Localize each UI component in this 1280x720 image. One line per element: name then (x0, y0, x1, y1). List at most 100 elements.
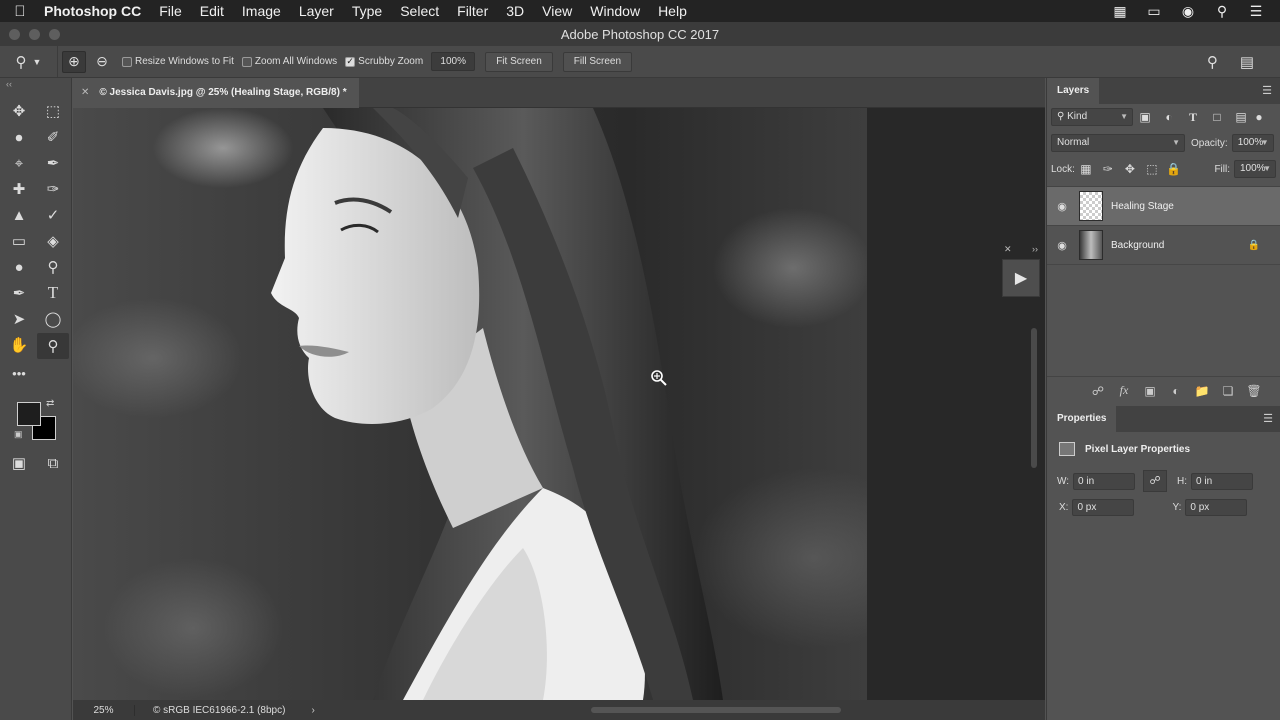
search-icon[interactable]: ⚲ (1214, 3, 1230, 20)
document-tab[interactable]: ✕ © Jessica Davis.jpg @ 25% (Healing Sta… (73, 77, 359, 108)
image-canvas[interactable] (73, 108, 867, 700)
zoom-percent-field[interactable]: 100% (431, 52, 476, 71)
menu-layer[interactable]: Layer (290, 3, 343, 19)
default-colors-icon[interactable]: ▣ (14, 429, 23, 440)
close-icon[interactable]: ✕ (81, 87, 89, 98)
brush-tool-icon[interactable]: ✑ (36, 176, 70, 202)
clone-stamp-tool-icon[interactable]: ▲ (2, 202, 36, 228)
marquee-tool-icon[interactable]: ⬚ (36, 98, 70, 124)
link-layers-icon[interactable]: ☍ (1087, 384, 1109, 398)
trash-icon[interactable]: 🗑 (1243, 384, 1265, 398)
blur-tool-icon[interactable]: ● (2, 254, 36, 280)
shape-filter-icon[interactable]: □ (1205, 110, 1229, 124)
tab-properties[interactable]: Properties (1047, 406, 1117, 432)
eraser-tool-icon[interactable]: ▭ (2, 228, 36, 254)
move-tool-icon[interactable]: ✥ (2, 98, 36, 124)
lock-position-icon[interactable]: ✥ (1119, 162, 1141, 176)
fit-screen-button[interactable]: Fit Screen (485, 51, 553, 72)
adjustment-layer-icon[interactable]: ◐ (1165, 384, 1187, 398)
panel-collapse-icon[interactable]: ‹‹ (0, 78, 71, 98)
quick-select-tool-icon[interactable]: ✐ (36, 124, 70, 150)
swap-colors-icon[interactable]: ⇄ (46, 398, 54, 409)
menu-window[interactable]: Window (581, 3, 649, 19)
menu-help[interactable]: Help (649, 3, 696, 19)
foreground-color-swatch[interactable] (17, 402, 41, 426)
tab-layers[interactable]: Layers (1047, 78, 1100, 104)
lock-all-icon[interactable]: 🔒 (1163, 162, 1185, 176)
x-field[interactable]: 0 px (1072, 498, 1135, 516)
resize-windows-checkbox[interactable]: Resize Windows to Fit (122, 56, 234, 67)
height-field[interactable]: 0 in (1191, 472, 1254, 490)
menu-edit[interactable]: Edit (191, 3, 233, 19)
expand-panel-icon[interactable]: ›› (1032, 244, 1038, 255)
lock-transparent-icon[interactable]: ▦ (1075, 162, 1097, 176)
screen-mode-icon[interactable]: ⧉ (36, 450, 70, 476)
scrubby-zoom-checkbox[interactable]: ✓ Scrubby Zoom (345, 56, 423, 67)
add-mask-icon[interactable]: ▣ (1139, 384, 1161, 398)
horizontal-scrollbar[interactable] (591, 707, 841, 713)
eye-icon[interactable]: ◉ (1047, 200, 1077, 213)
grid-icon[interactable]: ▦ (1112, 3, 1128, 20)
tool-preset-picker[interactable]: ⚲ ▼ (0, 46, 58, 77)
fill-screen-button[interactable]: Fill Screen (562, 51, 633, 72)
chevron-right-icon[interactable]: › (311, 705, 314, 716)
search-icon[interactable]: ⚲ (1207, 53, 1218, 71)
width-field[interactable]: 0 in (1073, 472, 1136, 490)
zoom-all-windows-checkbox[interactable]: Zoom All Windows (241, 56, 337, 67)
menu-filter[interactable]: Filter (448, 3, 497, 19)
filter-kind-dropdown[interactable]: ⚲ Kind ▼ (1051, 108, 1133, 126)
crop-tool-icon[interactable]: ⌖ (2, 150, 36, 176)
adjustment-filter-icon[interactable]: ◐ (1157, 110, 1181, 124)
airplay-icon[interactable]: ▭ (1146, 3, 1162, 20)
path-select-tool-icon[interactable]: ➤ (2, 306, 36, 332)
menu-3d[interactable]: 3D (497, 3, 533, 19)
zoom-in-button[interactable]: ⊕ (62, 50, 86, 73)
type-filter-icon[interactable]: T (1181, 110, 1205, 125)
layer-row-background[interactable]: ◉ Background 🔒 (1047, 226, 1280, 265)
quick-mask-icon[interactable]: ▣ (2, 450, 36, 476)
zoom-out-button[interactable]: ⊖ (90, 51, 114, 73)
status-zoom[interactable]: 25% (73, 704, 135, 716)
lasso-tool-icon[interactable]: ⦁ (2, 124, 36, 150)
fx-icon[interactable]: fx (1113, 383, 1135, 398)
eye-icon[interactable]: ◉ (1047, 239, 1077, 252)
lock-image-icon[interactable]: ✑ (1097, 162, 1119, 176)
menu-file[interactable]: File (150, 3, 191, 19)
list-icon[interactable]: ☰ (1248, 3, 1264, 20)
lock-artboard-icon[interactable]: ⬚ (1141, 162, 1163, 176)
menu-view[interactable]: View (533, 3, 581, 19)
y-field[interactable]: 0 px (1185, 498, 1248, 516)
fill-field[interactable]: 100% ▼ (1234, 160, 1276, 178)
dodge-tool-icon[interactable]: ⚲ (36, 254, 70, 280)
panel-menu-icon[interactable]: ☰ (1262, 84, 1272, 97)
healing-brush-tool-icon[interactable]: ✚ (2, 176, 36, 202)
layer-row-healing-stage[interactable]: ◉ Healing Stage (1047, 187, 1280, 226)
blend-mode-dropdown[interactable]: Normal ▼ (1051, 134, 1185, 152)
camera-icon[interactable]: ◉ (1180, 3, 1196, 20)
opacity-field[interactable]: 100% ▼ (1231, 134, 1274, 152)
menu-type[interactable]: Type (343, 3, 391, 19)
filter-toggle-icon[interactable]: ● (1253, 110, 1265, 124)
new-group-icon[interactable]: 📁 (1191, 384, 1213, 398)
close-icon[interactable]: ✕ (1004, 244, 1012, 255)
apple-icon[interactable]:  (0, 3, 40, 20)
vertical-scrollbar[interactable] (1031, 328, 1037, 468)
image-filter-icon[interactable]: ▣ (1133, 110, 1157, 124)
more-tools-icon[interactable]: ••• (2, 360, 36, 386)
paint-bucket-tool-icon[interactable]: ◈ (36, 228, 70, 254)
smart-object-filter-icon[interactable]: ▤ (1229, 110, 1253, 124)
eyedropper-tool-icon[interactable]: ✒ (36, 150, 70, 176)
actions-play-button[interactable]: ▶ (1002, 259, 1040, 297)
new-layer-icon[interactable]: ❏ (1217, 384, 1239, 398)
hand-tool-icon[interactable]: ✋ (2, 332, 36, 358)
link-icon[interactable]: ☍ (1143, 470, 1168, 492)
panel-menu-icon[interactable]: ☰ (1263, 412, 1273, 425)
history-brush-tool-icon[interactable]: ✓ (36, 202, 70, 228)
zoom-tool-icon[interactable]: ⚲ (37, 333, 69, 359)
workspace-icon[interactable]: ▤ (1240, 53, 1254, 71)
menu-select[interactable]: Select (391, 3, 448, 19)
type-tool-icon[interactable]: T (36, 280, 70, 306)
menu-app-name[interactable]: Photoshop CC (40, 3, 150, 19)
ellipse-tool-icon[interactable]: ◯ (36, 306, 70, 332)
menu-image[interactable]: Image (233, 3, 290, 19)
